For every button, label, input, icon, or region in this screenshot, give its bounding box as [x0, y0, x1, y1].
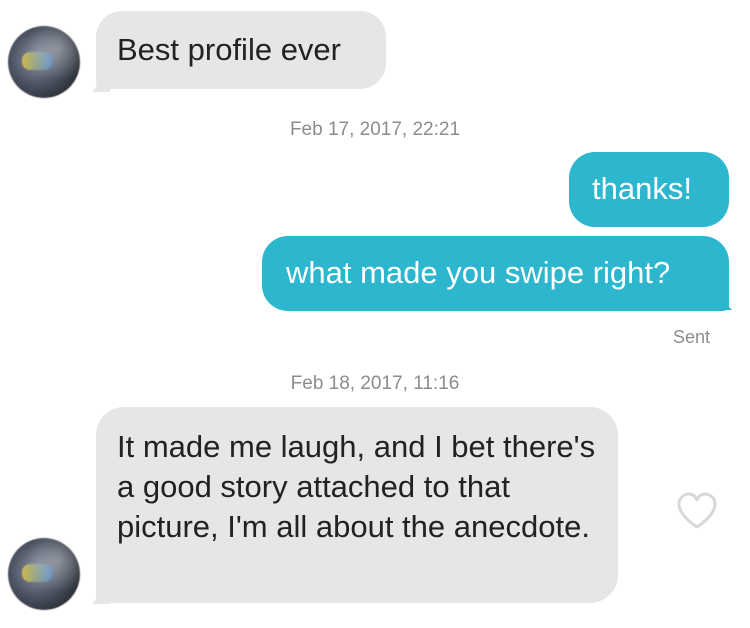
timestamp: Feb 17, 2017, 22:21 — [289, 119, 461, 140]
message-bubble-incoming[interactable]: It made me laugh, and I bet there's a go… — [96, 407, 618, 603]
delivery-status: Sent — [672, 327, 710, 347]
match-avatar[interactable] — [8, 538, 80, 610]
heart-outline-icon[interactable] — [676, 492, 718, 530]
message-bubble-outgoing[interactable]: thanks! — [569, 152, 729, 227]
message-text: It made me laugh, and I bet there's a go… — [117, 429, 596, 544]
message-bubble-incoming[interactable]: Best profile ever — [96, 11, 386, 89]
message-text: what made you swipe right? — [286, 255, 671, 290]
message-text: Best profile ever — [117, 32, 341, 67]
match-avatar[interactable] — [8, 26, 80, 98]
message-bubble-outgoing[interactable]: what made you swipe right? — [262, 236, 729, 311]
message-text: thanks! — [592, 171, 692, 206]
chat-thread: Best profile ever Feb 17, 2017, 22:21 th… — [0, 0, 750, 628]
timestamp: Feb 18, 2017, 11:16 — [290, 373, 460, 394]
